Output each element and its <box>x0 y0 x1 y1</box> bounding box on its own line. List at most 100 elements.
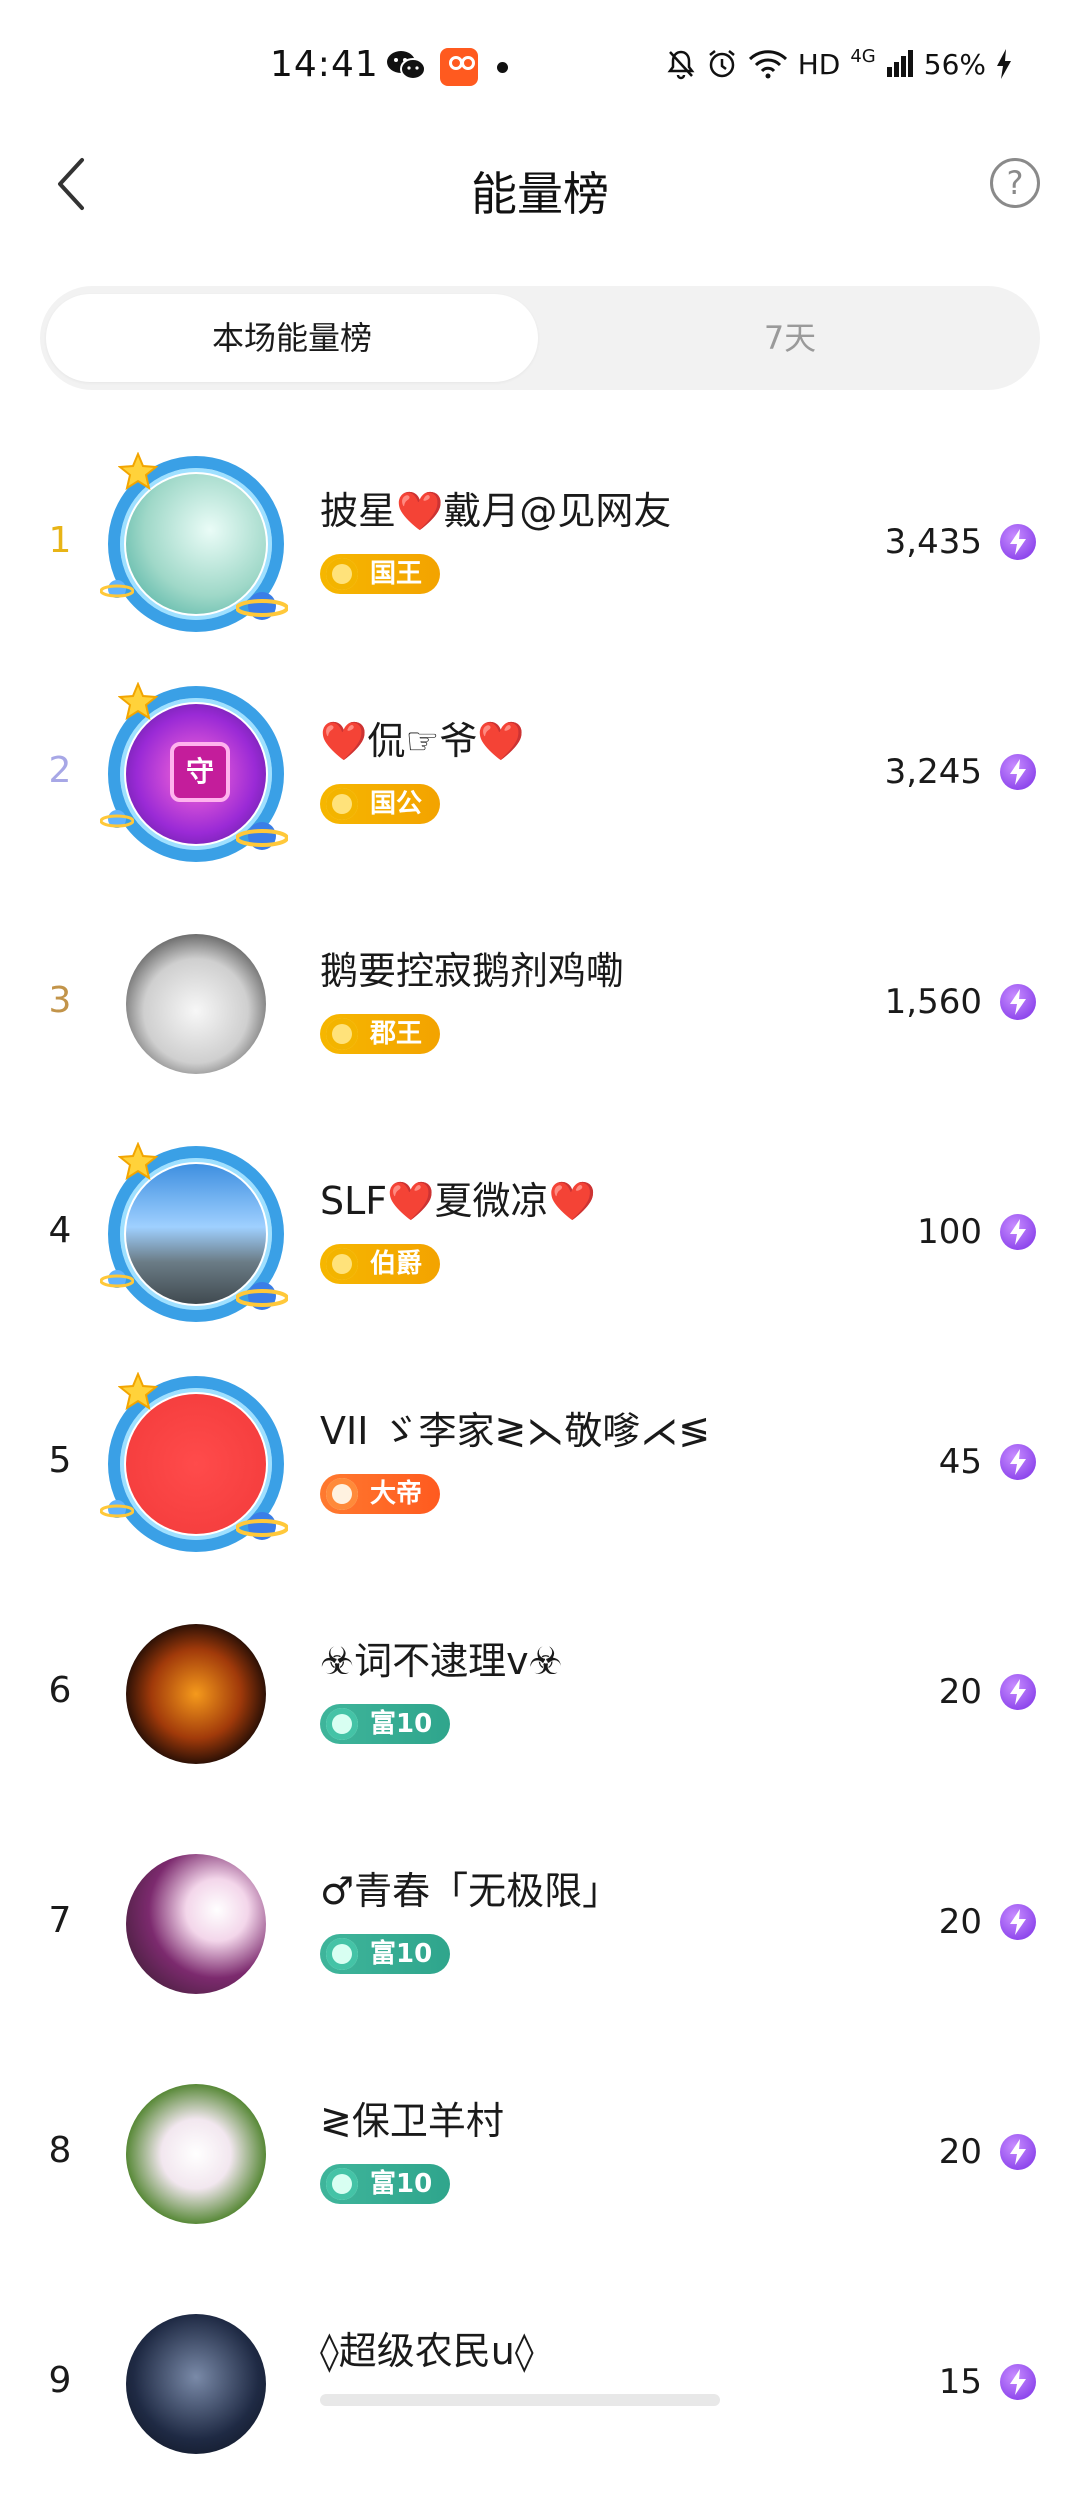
rank-number: 2 <box>48 750 72 791</box>
planet-icon <box>236 1282 288 1310</box>
ranking-row[interactable]: 8 ≷保卫羊村富10 20 <box>0 2040 1080 2270</box>
badge-label: 伯爵 <box>370 1249 423 1279</box>
battery-level: 56% <box>923 47 986 81</box>
avatar[interactable] <box>108 1606 284 1782</box>
ranking-row[interactable]: 4 SLF❤️夏微凉❤️ 伯爵 100 <box>0 1120 1080 1350</box>
avatar[interactable] <box>108 2296 284 2472</box>
ranking-row[interactable]: 7 ♂青春「无极限」 富10 20 <box>0 1810 1080 2040</box>
avatar-image <box>126 1624 266 1764</box>
ranking-row[interactable]: 5 VII ゞ李家≷⋋敬嗲⋌≶ 大帝 45 <box>0 1350 1080 1580</box>
rank-number: 1 <box>48 520 72 561</box>
guard-shield-icon: 守 <box>170 742 230 802</box>
level-badge: 伯爵 <box>320 1244 441 1284</box>
avatar-image <box>126 2314 266 2454</box>
user-name: ≷保卫羊村 <box>320 2099 504 2143</box>
energy-bolt-icon <box>1000 1444 1036 1480</box>
ranking-row[interactable]: 9 ◊超级农民u◊ 15 <box>0 2270 1080 2500</box>
energy-bolt-icon <box>1000 754 1036 790</box>
avatar-image <box>126 1854 266 1994</box>
help-icon[interactable]: ? <box>990 158 1040 208</box>
badge-label: 国公 <box>370 789 423 819</box>
level-badge: 国王 <box>320 554 441 594</box>
user-name: ◊超级农民u◊ <box>320 2329 534 2373</box>
signal-bars-icon <box>886 50 913 77</box>
ranking-row[interactable]: 6 ☣词不逮理v☣ 富10 20 <box>0 1580 1080 1810</box>
badge-emblem-icon <box>326 1018 358 1050</box>
badge-emblem-icon <box>326 788 358 820</box>
tab-7-days[interactable]: 7天 <box>580 294 1000 382</box>
small-planet-icon <box>100 1500 134 1518</box>
energy-score: 3,435 <box>884 522 982 562</box>
charging-icon <box>997 49 1011 79</box>
energy-bolt-icon <box>1000 2134 1036 2170</box>
level-badge: 大帝 <box>320 1474 441 1514</box>
energy-bolt-icon <box>1000 1674 1036 1710</box>
tab-current-session[interactable]: 本场能量榜 <box>46 294 538 382</box>
signal-type: 4G <box>850 45 876 67</box>
app-notification-icon <box>440 48 478 86</box>
level-badge: 富10 <box>320 2164 451 2204</box>
user-name: ♂青春「无极限」 <box>320 1869 621 1913</box>
level-badge: 富10 <box>320 1704 451 1744</box>
ranking-tabs: 本场能量榜 7天 <box>40 286 1040 390</box>
energy-bolt-icon <box>1000 984 1036 1020</box>
small-planet-icon <box>100 810 134 828</box>
wifi-icon <box>748 50 787 79</box>
avatar[interactable] <box>108 2066 284 2242</box>
level-badge: 国公 <box>320 784 441 824</box>
planet-icon <box>236 1512 288 1540</box>
level-badge: 郡王 <box>320 1014 441 1054</box>
avatar-image <box>126 934 266 1074</box>
energy-score: 20 <box>938 1672 982 1712</box>
user-name: SLF❤️夏微凉❤️ <box>320 1179 596 1223</box>
avatar[interactable]: 守 <box>100 682 288 862</box>
energy-score: 15 <box>938 2362 982 2402</box>
badge-emblem-icon <box>326 1938 358 1970</box>
avatar[interactable] <box>108 916 284 1092</box>
avatar[interactable] <box>100 1142 288 1322</box>
energy-score: 3,245 <box>884 752 982 792</box>
avatar-image <box>126 2084 266 2224</box>
star-icon <box>118 1142 158 1181</box>
page-header: 能量榜 ? <box>0 130 1080 240</box>
small-planet-icon <box>100 1270 134 1288</box>
energy-score: 20 <box>938 2132 982 2172</box>
ranking-row[interactable]: 3 鹅要控寂鹅剂鸡嘞 郡王 1,560 <box>0 890 1080 1120</box>
star-icon <box>118 1372 158 1411</box>
badge-emblem-icon <box>326 1478 358 1510</box>
user-name: ☣词不逮理v☣ <box>320 1639 563 1683</box>
rank-number: 6 <box>48 1670 72 1711</box>
status-indicators: HD 4G 56% <box>666 44 1012 84</box>
energy-score: 1,560 <box>884 982 982 1022</box>
badge-label: 富10 <box>370 2169 433 2199</box>
status-time: 14:41 <box>270 44 379 85</box>
level-badge: 富10 <box>320 1934 451 1974</box>
energy-score: 45 <box>938 1442 982 1482</box>
avatar[interactable] <box>100 1372 288 1552</box>
avatar[interactable] <box>108 1836 284 2012</box>
energy-bolt-icon <box>1000 2364 1036 2400</box>
rank-number: 4 <box>48 1210 72 1251</box>
rank-number: 8 <box>48 2130 72 2171</box>
avatar[interactable] <box>100 452 288 632</box>
mute-bell-icon <box>667 50 695 80</box>
rank-number: 5 <box>48 1440 72 1481</box>
badge-label: 大帝 <box>370 1479 423 1509</box>
network-type: HD <box>797 47 841 81</box>
energy-score: 20 <box>938 1902 982 1942</box>
badge-emblem-icon <box>326 1248 358 1280</box>
user-name: 披星❤️戴月@见网友 <box>320 489 672 533</box>
ranking-row[interactable]: 1 披星❤️戴月@见网友国王 3,435 <box>0 430 1080 660</box>
planet-icon <box>236 592 288 620</box>
user-name: ❤️侃☞爷❤️ <box>320 719 525 763</box>
wechat-icon <box>387 51 426 80</box>
ranking-row[interactable]: 2 守 ❤️侃☞爷❤️ 国公 3,245 <box>0 660 1080 890</box>
badge-emblem-icon <box>326 558 358 590</box>
rank-number: 3 <box>48 980 72 1021</box>
energy-bolt-icon <box>1000 1904 1036 1940</box>
status-bar: 14:41 HD 4G 56% <box>0 0 1080 130</box>
badge-placeholder <box>320 2394 720 2406</box>
energy-score: 100 <box>917 1212 982 1252</box>
badge-label: 郡王 <box>370 1019 423 1049</box>
rank-number: 9 <box>48 2360 72 2401</box>
